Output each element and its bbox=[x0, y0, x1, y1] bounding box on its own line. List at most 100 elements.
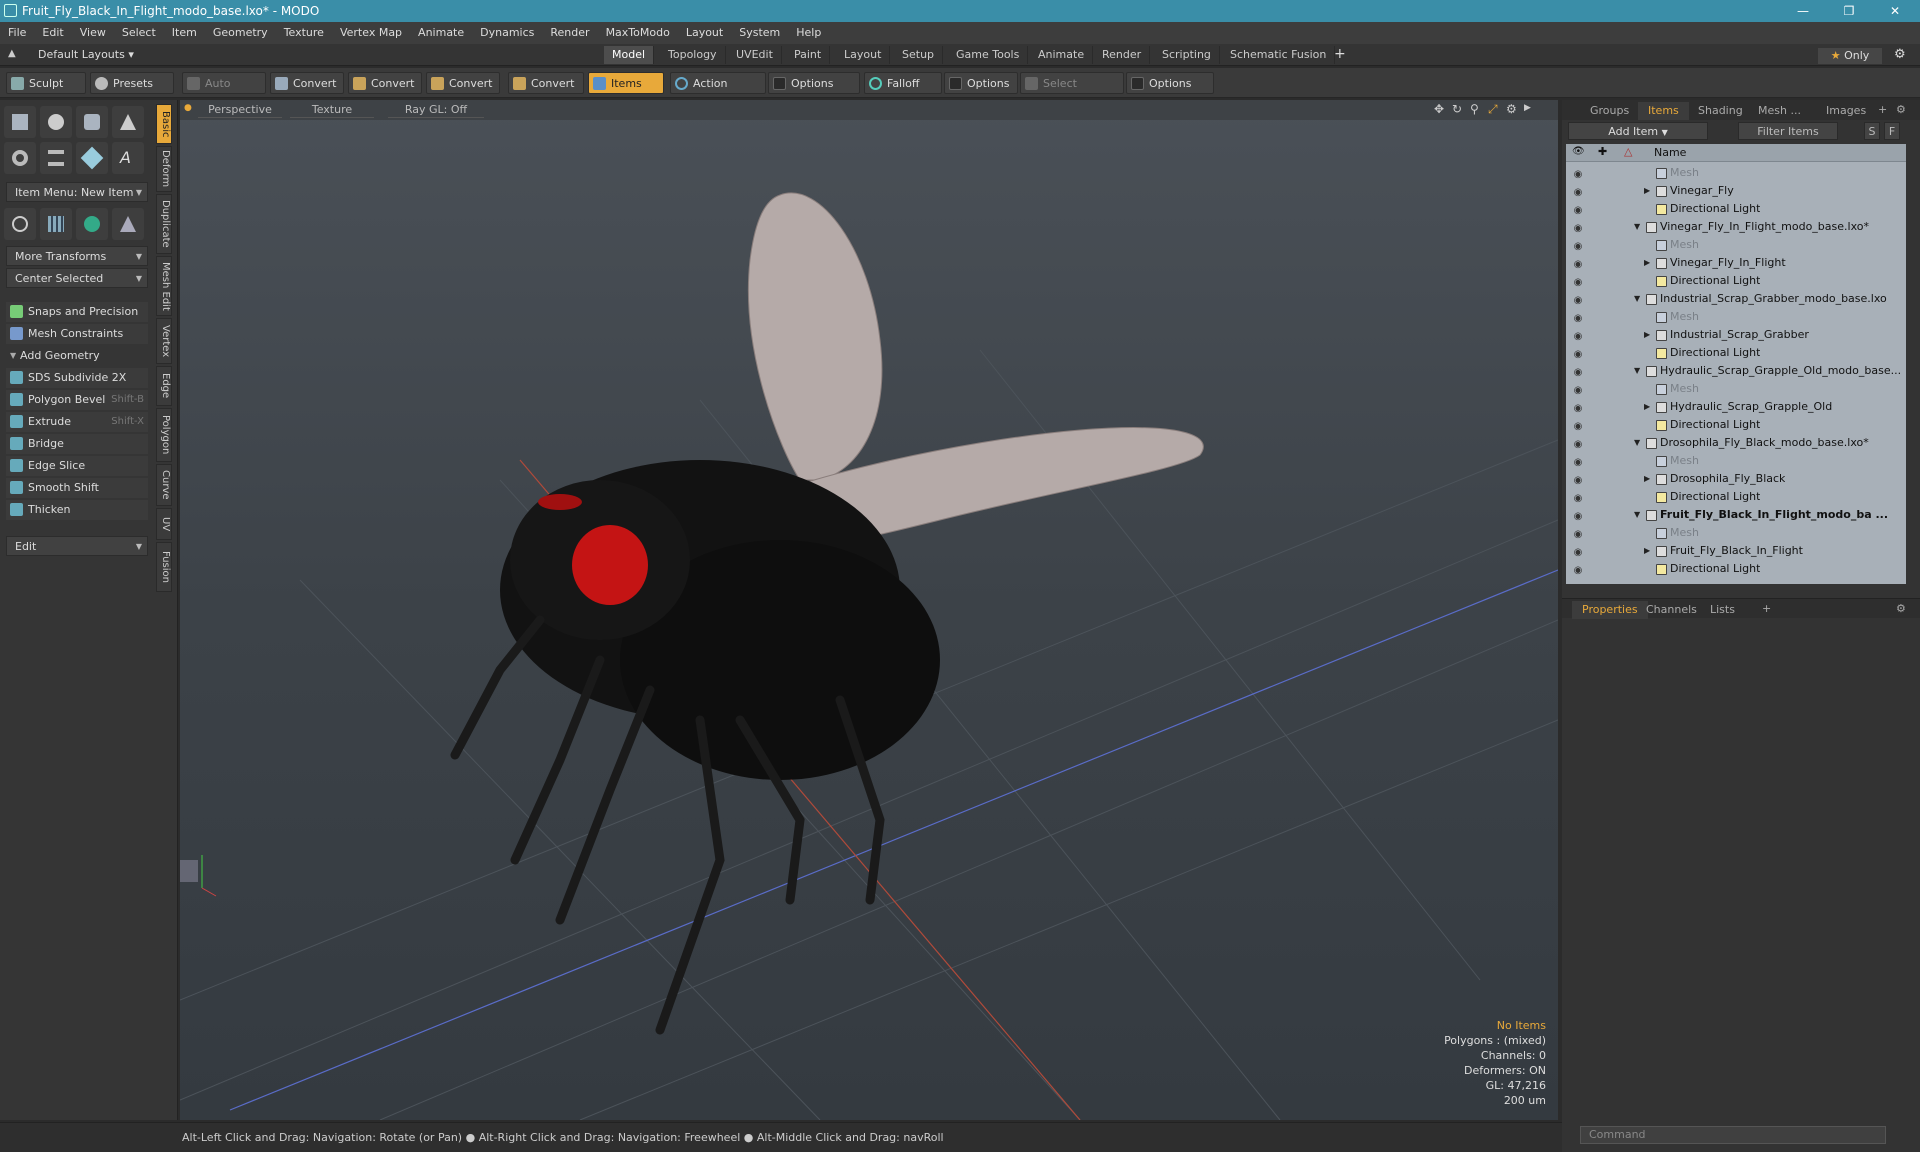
3d-viewport[interactable]: ● Perspective Texture Ray GL: Off ✥ ↻ ⚲ … bbox=[180, 100, 1558, 1120]
convert-button-2[interactable]: Convert bbox=[348, 72, 422, 94]
menu-vertex-map[interactable]: Vertex Map bbox=[332, 22, 410, 44]
fruit-fly-model[interactable] bbox=[450, 192, 1204, 1035]
item-row[interactable]: ◉ Mesh bbox=[1566, 308, 1906, 326]
bridge-tool[interactable]: Bridge bbox=[6, 434, 148, 454]
grid-tool[interactable] bbox=[40, 208, 72, 240]
options-button-3[interactable]: Options bbox=[1126, 72, 1214, 94]
menu-select[interactable]: Select bbox=[114, 22, 164, 44]
zoom-icon[interactable]: ⚲ bbox=[1470, 102, 1479, 116]
visibility-eye-icon[interactable]: ◉ bbox=[1570, 220, 1586, 234]
visibility-eye-icon[interactable]: ◉ bbox=[1570, 490, 1586, 504]
tab-items[interactable]: Items bbox=[1638, 102, 1689, 120]
gear-icon[interactable]: ⚙ bbox=[1894, 47, 1906, 62]
sculpt-button[interactable]: Sculpt bbox=[6, 72, 86, 94]
tab-render[interactable]: Render bbox=[1094, 46, 1151, 64]
rotate-icon[interactable]: ↻ bbox=[1452, 102, 1462, 116]
item-row[interactable]: ◉ Mesh bbox=[1566, 452, 1906, 470]
vtab-fusion[interactable]: Fusion bbox=[156, 542, 172, 592]
scale-tool[interactable] bbox=[112, 208, 144, 240]
gear-icon[interactable]: ⚙ bbox=[1896, 602, 1906, 615]
default-layouts-dropdown[interactable]: Default Layouts ▾ bbox=[38, 48, 134, 61]
transform-tool[interactable] bbox=[4, 208, 36, 240]
visibility-eye-icon[interactable]: ◉ bbox=[1570, 544, 1586, 558]
visibility-eye-icon[interactable]: ◉ bbox=[1570, 418, 1586, 432]
visibility-eye-icon[interactable]: ◉ bbox=[1570, 364, 1586, 378]
snaps-precision-item[interactable]: Snaps and Precision bbox=[6, 302, 148, 322]
perspective-dropdown[interactable]: Perspective bbox=[198, 102, 282, 118]
menu-dynamics[interactable]: Dynamics bbox=[472, 22, 542, 44]
expand-arrow-icon[interactable]: ▶ bbox=[1644, 470, 1650, 488]
pen-tool[interactable] bbox=[76, 142, 108, 174]
visibility-eye-icon[interactable]: ◉ bbox=[1570, 562, 1586, 576]
convert-button-1[interactable]: Convert bbox=[270, 72, 344, 94]
visibility-eye-icon[interactable]: ◉ bbox=[1570, 526, 1586, 540]
item-row[interactable]: ◉ Mesh bbox=[1566, 164, 1906, 182]
tab-layout[interactable]: Layout bbox=[836, 46, 891, 64]
cone-tool[interactable] bbox=[112, 106, 144, 138]
scene-row[interactable]: ◉ ▼ Fruit_Fly_Black_In_Flight_modo_ba ... bbox=[1566, 506, 1906, 524]
options-button-1[interactable]: Options bbox=[768, 72, 860, 94]
tab-images[interactable]: Images bbox=[1816, 102, 1876, 120]
visibility-eye-icon[interactable]: ◉ bbox=[1570, 382, 1586, 396]
raygl-dropdown[interactable]: Ray GL: Off bbox=[388, 102, 484, 118]
tab-animate[interactable]: Animate bbox=[1030, 46, 1094, 64]
menu-help[interactable]: Help bbox=[788, 22, 829, 44]
vtab-duplicate[interactable]: Duplicate bbox=[156, 194, 172, 254]
collapse-arrow-icon[interactable]: ▼ bbox=[1634, 290, 1640, 308]
vtab-deform[interactable]: Deform bbox=[156, 146, 172, 192]
tab-groups[interactable]: Groups bbox=[1580, 102, 1639, 120]
visibility-eye-icon[interactable]: ◉ bbox=[1570, 436, 1586, 450]
layout-collapse-icon[interactable]: ▲ bbox=[8, 48, 16, 59]
vtab-polygon[interactable]: Polygon bbox=[156, 408, 172, 462]
convert-button-4[interactable]: Convert bbox=[508, 72, 584, 94]
tab-lists[interactable]: Lists bbox=[1700, 601, 1745, 619]
visibility-eye-icon[interactable]: ◉ bbox=[1570, 472, 1586, 486]
tube-tool[interactable] bbox=[40, 142, 72, 174]
convert-button-3[interactable]: Convert bbox=[426, 72, 500, 94]
item-row[interactable]: ◉ ▶ Hydraulic_Scrap_Grapple_Old bbox=[1566, 398, 1906, 416]
scene-row[interactable]: ◉ ▼ Hydraulic_Scrap_Grapple_Old_modo_base.… bbox=[1566, 362, 1906, 380]
menu-maxtomodo[interactable]: MaxToModo bbox=[598, 22, 678, 44]
tab-topology[interactable]: Topology bbox=[660, 46, 726, 64]
vtab-curve[interactable]: Curve bbox=[156, 464, 172, 506]
texture-dropdown[interactable]: Texture bbox=[290, 102, 374, 118]
vtab-basic[interactable]: Basic bbox=[156, 104, 172, 144]
gear-icon[interactable]: ⚙ bbox=[1896, 103, 1906, 116]
add-tab-icon[interactable]: + bbox=[1334, 46, 1346, 62]
sds-subdivide-tool[interactable]: SDS Subdivide 2X bbox=[6, 368, 148, 388]
visibility-eye-icon[interactable]: ◉ bbox=[1570, 274, 1586, 288]
gear-icon[interactable]: ⚙ bbox=[1506, 102, 1517, 116]
tab-uvedit[interactable]: UVEdit bbox=[728, 46, 782, 64]
options-button-2[interactable]: Options bbox=[944, 72, 1018, 94]
tab-mesh[interactable]: Mesh ... bbox=[1748, 102, 1811, 120]
menu-file[interactable]: File bbox=[0, 22, 34, 44]
menu-view[interactable]: View bbox=[72, 22, 114, 44]
item-row[interactable]: ◉ Directional Light bbox=[1566, 200, 1906, 218]
tab-setup[interactable]: Setup bbox=[894, 46, 944, 64]
cube-tool[interactable] bbox=[4, 106, 36, 138]
item-row[interactable]: ◉ ▶ Vinegar_Fly_In_Flight bbox=[1566, 254, 1906, 272]
falloff-button[interactable]: Falloff bbox=[864, 72, 942, 94]
search-toggle-s[interactable]: S bbox=[1864, 122, 1880, 140]
scene-row[interactable]: ◉ ▼ Industrial_Scrap_Grabber_modo_base.lxo bbox=[1566, 290, 1906, 308]
maximize-button[interactable]: ❐ bbox=[1826, 0, 1872, 22]
add-item-button[interactable]: Add Item ▼ bbox=[1568, 122, 1708, 140]
item-row[interactable]: ◉ ▶ Industrial_Scrap_Grabber bbox=[1566, 326, 1906, 344]
text-tool[interactable]: A bbox=[112, 142, 144, 174]
visibility-eye-icon[interactable]: ◉ bbox=[1570, 328, 1586, 342]
menu-edit[interactable]: Edit bbox=[34, 22, 71, 44]
menu-render[interactable]: Render bbox=[542, 22, 597, 44]
collapse-arrow-icon[interactable]: ▼ bbox=[1634, 218, 1640, 236]
select-through-button[interactable]: Select Through bbox=[1020, 72, 1124, 112]
tab-shading[interactable]: Shading bbox=[1688, 102, 1753, 120]
vtab-vertex[interactable]: Vertex bbox=[156, 318, 172, 364]
close-button[interactable]: ✕ bbox=[1872, 0, 1918, 22]
center-selected-dropdown[interactable]: Center Selected ▼ bbox=[6, 268, 148, 288]
visibility-eye-icon[interactable]: ◉ bbox=[1570, 508, 1586, 522]
scene-row[interactable]: ◉ ▼ Drosophila_Fly_Black_modo_base.lxo* bbox=[1566, 434, 1906, 452]
menu-texture[interactable]: Texture bbox=[276, 22, 332, 44]
visibility-eye-icon[interactable]: ◉ bbox=[1570, 202, 1586, 216]
smooth-shift-tool[interactable]: Smooth Shift bbox=[6, 478, 148, 498]
viewport-menu-icon[interactable]: ● bbox=[184, 103, 192, 113]
collapse-arrow-icon[interactable]: ▼ bbox=[1634, 362, 1640, 380]
